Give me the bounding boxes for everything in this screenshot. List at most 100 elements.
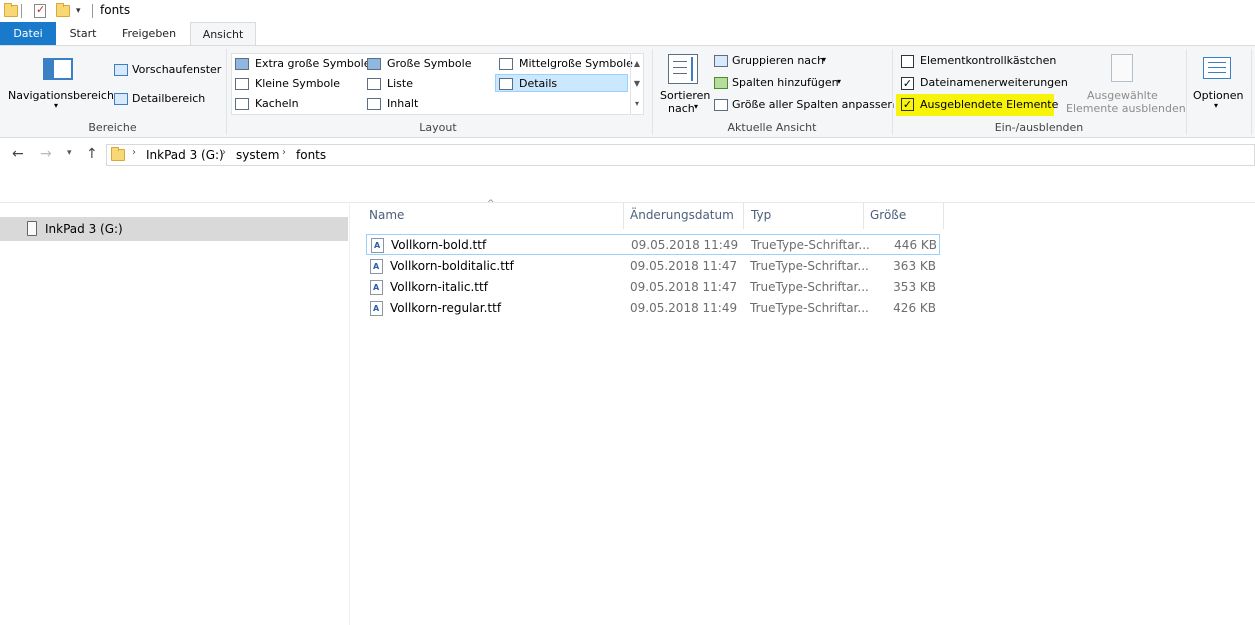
layout-gross[interactable]: Große Symbole [387,57,471,70]
font-file-icon [370,259,383,274]
navigationsbereich-label: Navigationsbereich [8,89,114,102]
breadcrumb-fonts[interactable]: fonts [296,148,326,162]
layout-liste[interactable]: Liste [387,77,413,90]
checkbox-elementkontroll[interactable] [901,55,914,68]
layout-kacheln[interactable]: Kacheln [255,97,299,110]
file-name: Vollkorn-bold.ttf [391,238,487,252]
forward-arrow-icon[interactable]: → [40,146,52,162]
chevron-down-icon: ▾ [54,101,59,110]
detailbereich-label: Detailbereich [132,92,206,105]
file-date: 09.05.2018 11:49 [630,301,738,315]
nav-item-label: InkPad 3 (G:) [45,222,123,236]
breadcrumb-separator-icon[interactable]: › [132,147,136,158]
gruppieren-label: Gruppieren nach [732,54,825,67]
group-label-layout: Layout [419,121,457,134]
tab-ansicht[interactable]: Ansicht [190,22,256,46]
group-label-ein-ausblenden: Ein-/ausblenden [994,121,1084,134]
group-separator [1186,49,1187,135]
large-icons-icon [367,58,381,70]
font-file-icon [371,238,384,253]
layout-selected-highlight [495,74,628,92]
elemente-ausblenden-label: Elemente ausblenden [1066,102,1186,115]
table-row[interactable]: Vollkorn-bold.ttf 09.05.2018 11:49 TrueT… [366,234,940,255]
column-header-type[interactable]: Typ [751,208,771,222]
file-name: Vollkorn-regular.ttf [390,301,502,315]
table-row[interactable]: Vollkorn-regular.ttf 09.05.2018 11:49 Tr… [366,298,940,319]
chevron-down-icon: ▾ [1214,101,1219,110]
hide-selected-icon [1111,54,1133,82]
file-name: Vollkorn-bolditalic.ttf [390,259,514,273]
breadcrumb-drive[interactable]: InkPad 3 (G:) [146,148,224,162]
tab-datei[interactable]: Datei [0,22,56,45]
tab-freigeben[interactable]: Freigeben [110,22,188,45]
font-file-icon [370,301,383,316]
tiles-icon [235,98,249,110]
chevron-down-icon: ▾ [694,102,699,111]
extra-large-icons-icon [235,58,249,70]
checkbox-dateinamen[interactable]: ✓ [901,77,914,90]
file-date: 09.05.2018 11:49 [631,238,739,252]
ribbon: Navigationsbereich ▾ Vorschaufenster Det… [0,45,1255,138]
tab-start[interactable]: Start [56,22,110,45]
file-size: 426 KB [893,301,936,315]
dateinamen-label: Dateinamenerweiterungen [920,76,1068,89]
expand-gallery-icon[interactable]: ▾ [631,94,643,114]
vorschaufenster-label: Vorschaufenster [132,63,222,76]
chevron-up-icon[interactable]: ▲ [631,54,643,74]
chevron-down-icon: ▾ [822,55,827,64]
chevron-down-icon: ▾ [837,77,842,86]
list-icon [367,78,381,90]
layout-klein[interactable]: Kleine Symbole [255,77,340,90]
group-separator [226,49,227,135]
file-date: 09.05.2018 11:47 [630,259,738,273]
column-header-size[interactable]: Größe [870,208,906,222]
spalten-label: Spalten hinzufügen [732,76,839,89]
column-separator[interactable] [863,203,864,229]
layout-mittelgross[interactable]: Mittelgroße Symbole [519,57,633,70]
group-separator [1251,49,1252,135]
group-label-aktuelle-ansicht: Aktuelle Ansicht [727,121,817,134]
file-name: Vollkorn-italic.ttf [390,280,488,294]
column-header-name[interactable]: Name [369,208,404,222]
layout-gallery-scroll[interactable]: ▲ ▼ ▾ [630,54,643,114]
elementkontroll-label: Elementkontrollkästchen [920,54,1057,67]
folder-icon [111,147,125,164]
details-pane-icon [114,93,128,105]
add-columns-icon [714,77,728,89]
checkbox-ausgeblendete[interactable]: ✓ [901,98,914,111]
column-header-date[interactable]: Änderungsdatum [630,208,734,222]
optionen-label: Optionen [1193,89,1244,102]
layout-details[interactable]: Details [519,77,557,90]
file-size: 363 KB [893,259,936,273]
column-separator[interactable] [943,203,944,229]
new-folder-icon[interactable] [56,3,70,19]
properties-icon[interactable] [34,3,46,19]
preview-pane-icon [114,64,128,76]
breadcrumb-separator-icon[interactable]: › [222,147,226,158]
breadcrumb-separator-icon[interactable]: › [282,147,286,158]
table-row[interactable]: Vollkorn-italic.ttf 09.05.2018 11:47 Tru… [366,277,940,298]
ausgewaehlte-label: Ausgewählte [1087,89,1158,102]
group-separator [892,49,893,135]
group-separator [652,49,653,135]
layout-extra-gross[interactable]: Extra große Symbole [255,57,370,70]
recent-locations-chevron-icon[interactable]: ▾ [67,148,72,158]
layout-inhalt[interactable]: Inhalt [387,97,418,110]
ausgeblendete-label: Ausgeblendete Elemente [920,98,1059,111]
folder-icon[interactable] [4,3,18,19]
group-by-icon [714,55,728,67]
title-bar: ▾ fonts [0,0,1255,22]
column-separator[interactable] [743,203,744,229]
breadcrumb-system[interactable]: system [236,148,279,162]
back-arrow-icon[interactable]: ← [12,146,24,162]
ribbon-tabs: Datei Start Freigeben Ansicht [0,22,1255,46]
quick-access-dropdown-icon[interactable]: ▾ [76,3,81,19]
details-icon [499,78,513,90]
navigation-pane: InkPad 3 (G:) [0,203,350,625]
table-row[interactable]: Vollkorn-bolditalic.ttf 09.05.2018 11:47… [366,256,940,277]
up-arrow-icon[interactable]: ↑ [86,146,98,162]
chevron-down-icon[interactable]: ▼ [631,74,643,94]
options-icon [1203,57,1231,79]
small-icons-icon [235,78,249,90]
column-separator[interactable] [623,203,624,229]
